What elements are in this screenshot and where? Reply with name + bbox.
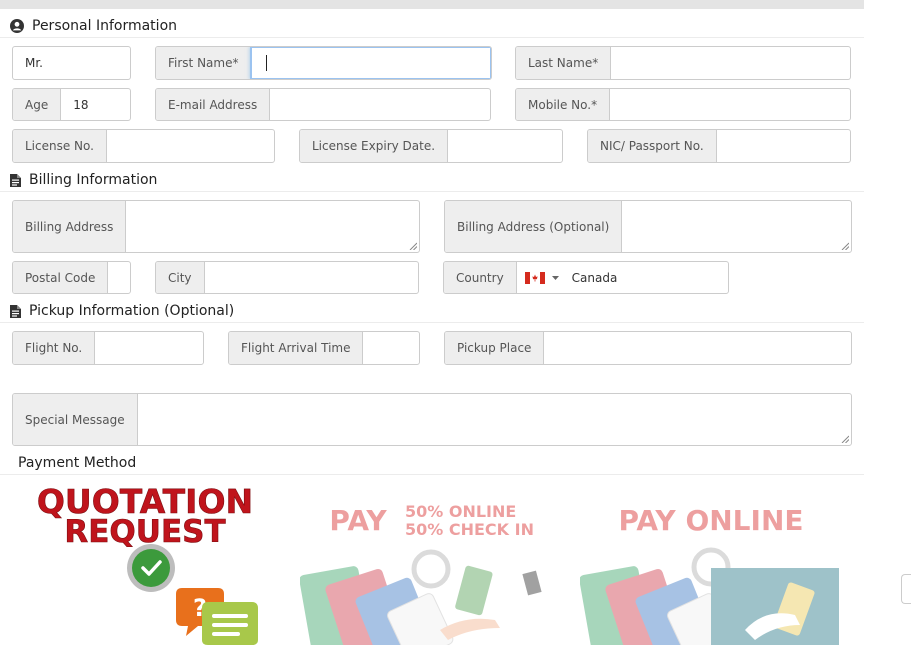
chat-bubbles-icon: ? <box>176 588 258 645</box>
license-expiry-label: License Expiry Date. <box>300 130 449 162</box>
license-expiry-group: License Expiry Date. <box>299 129 563 163</box>
pay-split-option[interactable]: PAY 50% ONLINE 50% CHECK IN <box>300 490 550 645</box>
selected-check-icon <box>127 544 175 592</box>
license-label: License No. <box>13 130 107 162</box>
first-name-group: First Name* <box>155 46 492 80</box>
special-message-textarea[interactable] <box>138 394 851 445</box>
license-expiry-input[interactable] <box>448 130 562 162</box>
city-label: City <box>156 262 205 293</box>
license-input[interactable] <box>107 130 274 162</box>
billing-address-textarea[interactable] <box>126 201 419 252</box>
top-header-bar <box>0 0 864 9</box>
billing-address2-group: Billing Address (Optional) <box>444 200 852 253</box>
country-label: Country <box>444 262 517 293</box>
country-group: Country Canada <box>443 261 729 294</box>
title-value: Mr. <box>25 56 43 70</box>
postal-code-input[interactable] <box>108 262 130 293</box>
mobile-input[interactable] <box>610 89 850 120</box>
age-group: Age 18 <box>12 88 131 121</box>
flight-no-group: Flight No. <box>12 331 204 365</box>
document-icon <box>10 304 21 318</box>
personal-info-heading: Personal Information <box>10 18 177 34</box>
online-label: PAY ONLINE <box>618 504 803 537</box>
mobile-payment-icon <box>711 568 839 645</box>
split-pay-word: PAY <box>329 504 387 537</box>
last-name-group: Last Name* <box>515 46 851 80</box>
resize-handle-icon[interactable] <box>841 435 849 443</box>
nic-label: NIC/ Passport No. <box>588 130 717 162</box>
special-message-group: Special Message <box>12 393 852 446</box>
split-line1: 50% ONLINE <box>405 502 516 521</box>
pickup-info-heading: Pickup Information (Optional) <box>10 303 234 319</box>
special-message-label: Special Message <box>13 394 138 445</box>
payment-method-heading: Payment Method <box>18 455 137 471</box>
flight-no-input[interactable] <box>95 332 203 364</box>
mobile-group: Mobile No.* <box>515 88 851 121</box>
email-label: E-mail Address <box>156 89 271 120</box>
last-name-input[interactable] <box>611 47 850 79</box>
pickup-place-group: Pickup Place <box>444 331 852 365</box>
first-name-label: First Name* <box>156 47 252 79</box>
license-group: License No. <box>12 129 275 163</box>
mobile-label: Mobile No.* <box>516 89 611 120</box>
city-input[interactable] <box>205 262 418 293</box>
nic-group: NIC/ Passport No. <box>587 129 851 163</box>
country-select[interactable]: Canada <box>517 262 728 293</box>
email-input[interactable] <box>270 89 490 120</box>
flight-arrival-group: Flight Arrival Time <box>228 331 420 365</box>
nic-input[interactable] <box>717 130 850 162</box>
resize-handle-icon[interactable] <box>409 242 417 250</box>
section-divider <box>0 474 864 475</box>
flight-arrival-label: Flight Arrival Time <box>229 332 364 364</box>
last-name-label: Last Name* <box>516 47 612 79</box>
document-icon <box>10 173 21 187</box>
postal-code-label: Postal Code <box>13 262 109 293</box>
billing-info-heading: Billing Information <box>10 172 157 188</box>
billing-address-label: Billing Address <box>13 201 127 252</box>
text-caret <box>266 55 268 71</box>
resize-handle-icon[interactable] <box>841 242 849 250</box>
section-divider <box>0 322 864 323</box>
first-name-input[interactable] <box>250 47 491 79</box>
title-select[interactable]: Mr. <box>12 46 131 80</box>
side-scroll-handle[interactable] <box>901 574 911 604</box>
city-group: City <box>155 261 419 294</box>
canada-flag-icon <box>524 271 545 284</box>
postal-code-group: Postal Code <box>12 261 131 294</box>
billing-address2-textarea[interactable] <box>622 201 851 252</box>
age-label: Age <box>13 89 62 120</box>
flight-arrival-input[interactable] <box>363 332 419 364</box>
quotation-request-option[interactable]: QUOTATION REQUEST ? <box>20 480 280 645</box>
credit-cards-icon <box>300 566 454 645</box>
hand-money-icon <box>440 565 542 640</box>
section-divider <box>0 191 864 192</box>
quotation-line2: REQUEST <box>64 514 225 550</box>
flight-no-label: Flight No. <box>13 332 96 364</box>
caret-down-icon[interactable] <box>551 275 560 281</box>
country-value: Canada <box>571 270 618 285</box>
billing-address-group: Billing Address <box>12 200 420 253</box>
pay-online-option[interactable]: PAY ONLINE <box>580 490 842 645</box>
age-input[interactable]: 18 <box>61 89 130 120</box>
billing-address2-label: Billing Address (Optional) <box>445 201 623 252</box>
pickup-place-label: Pickup Place <box>445 332 545 364</box>
section-divider <box>0 37 864 38</box>
pickup-place-input[interactable] <box>544 332 851 364</box>
user-circle-icon <box>10 19 24 33</box>
unselected-radio-icon <box>411 549 451 589</box>
email-group: E-mail Address <box>155 88 491 121</box>
split-line2: 50% CHECK IN <box>405 520 534 539</box>
